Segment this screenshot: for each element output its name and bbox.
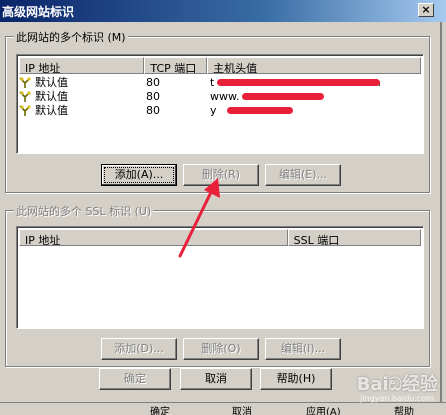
- underlying-help-button: 帮助: [394, 407, 414, 415]
- binding-port: 80: [146, 103, 160, 117]
- watermark-logo: Baiඞ经验: [356, 374, 438, 395]
- add-binding-button[interactable]: 添加(A)...: [101, 164, 177, 186]
- binding-row[interactable]: 默认值 80 y: [19, 103, 420, 117]
- binding-row[interactable]: 默认值 80 www.: [19, 89, 420, 103]
- bindings-listview[interactable]: IP 地址 TCP 端口 主机头值 默认值 80 t m: [16, 54, 424, 154]
- dialog-titlebar: 高级网站标识 ×: [0, 0, 446, 22]
- binding-host-prefix: www.: [210, 89, 240, 103]
- bindings-group: 此网站的多个标识 (M) IP 地址 TCP 端口 主机头值 默认值 80 t …: [5, 29, 430, 193]
- binding-port: 80: [146, 89, 160, 103]
- edit-binding-button[interactable]: 编辑(E)...: [265, 164, 341, 186]
- binding-host-prefix: t: [210, 75, 215, 89]
- ok-button[interactable]: 确定: [99, 368, 171, 390]
- binding-port: 80: [146, 75, 160, 89]
- redaction-mark: [242, 93, 324, 100]
- edit-ssl-binding-button[interactable]: 编辑(I)...: [265, 338, 341, 360]
- column-tcp-port[interactable]: TCP 端口: [144, 57, 208, 74]
- redaction-mark: [217, 79, 380, 86]
- cancel-button[interactable]: 取消: [180, 368, 252, 390]
- help-button[interactable]: 帮助(H): [260, 368, 332, 390]
- remove-ssl-binding-button[interactable]: 删除(O): [183, 338, 259, 360]
- underlying-apply-button: 应用(A): [306, 407, 341, 415]
- ssl-group-legend: 此网站的多个 SSL 标识 (U): [14, 203, 154, 219]
- watermark-url: jingyan.baidu.com: [360, 394, 434, 403]
- column-ssl-port[interactable]: SSL 端口: [287, 229, 421, 246]
- redaction-mark: [227, 107, 293, 114]
- bindings-group-legend: 此网站的多个标识 (M): [14, 29, 128, 45]
- column-ip-address[interactable]: IP 地址: [19, 57, 145, 74]
- binding-host-prefix: y: [210, 103, 217, 117]
- underlying-ok-button: 确定: [150, 407, 170, 415]
- dialog-title: 高级网站标识: [2, 5, 75, 19]
- red-annotation-arrow: [178, 178, 220, 258]
- network-binding-icon: [19, 105, 31, 116]
- binding-ip: 默认值: [35, 104, 68, 117]
- underlying-cancel-button: 取消: [232, 407, 252, 415]
- bindings-list-header: IP 地址 TCP 端口 主机头值: [19, 57, 421, 74]
- column-ssl-ip-address[interactable]: IP 地址: [19, 229, 288, 246]
- column-host-header[interactable]: 主机头值: [207, 57, 421, 74]
- close-icon[interactable]: ×: [418, 3, 434, 17]
- add-ssl-binding-button[interactable]: 添加(D)...: [101, 338, 177, 360]
- underlying-window-strip: 确定 取消 应用(A) 帮助: [0, 402, 446, 415]
